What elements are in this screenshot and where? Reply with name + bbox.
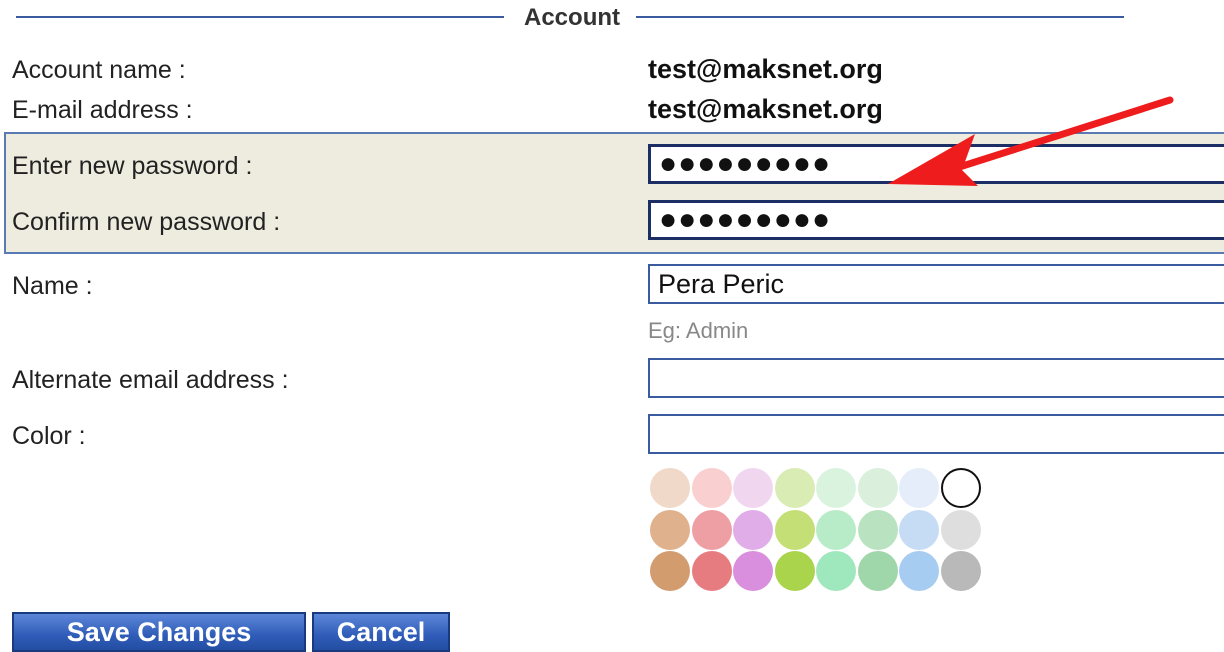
section-title: Account bbox=[524, 4, 620, 31]
color-swatch[interactable] bbox=[816, 509, 856, 550]
confirm-password-field[interactable] bbox=[648, 200, 1224, 240]
color-swatch[interactable] bbox=[899, 468, 939, 508]
color-swatch[interactable] bbox=[816, 551, 856, 591]
color-swatch[interactable] bbox=[733, 509, 773, 550]
confirm-password-label: Confirm new password : bbox=[12, 208, 281, 236]
name-label: Name : bbox=[12, 272, 93, 300]
color-swatch[interactable] bbox=[816, 468, 856, 508]
name-hint: Eg: Admin bbox=[648, 318, 749, 343]
color-swatch[interactable] bbox=[940, 551, 981, 591]
new-password-label: Enter new password : bbox=[12, 152, 253, 180]
alternate-email-field[interactable] bbox=[648, 358, 1224, 398]
color-swatch[interactable] bbox=[774, 468, 815, 508]
account-name-label: Account name : bbox=[12, 56, 186, 84]
cancel-button[interactable]: Cancel bbox=[312, 612, 450, 652]
color-swatch[interactable] bbox=[650, 509, 690, 550]
color-swatch-selected[interactable] bbox=[940, 468, 981, 508]
alternate-email-label: Alternate email address : bbox=[12, 366, 289, 394]
section-header: Account bbox=[0, 0, 1224, 36]
account-name-value: test@maksnet.org bbox=[648, 54, 883, 84]
color-swatch[interactable] bbox=[650, 551, 690, 591]
color-swatch[interactable] bbox=[940, 509, 981, 550]
color-swatch[interactable] bbox=[899, 551, 939, 591]
color-swatch[interactable] bbox=[857, 551, 898, 591]
email-value: test@maksnet.org bbox=[648, 94, 883, 124]
color-swatch[interactable] bbox=[691, 551, 732, 591]
color-swatch[interactable] bbox=[774, 509, 815, 550]
color-swatch[interactable] bbox=[857, 468, 898, 508]
color-swatch[interactable] bbox=[733, 468, 773, 508]
color-swatch[interactable] bbox=[857, 509, 898, 550]
color-swatch[interactable] bbox=[733, 551, 773, 591]
name-field[interactable] bbox=[648, 264, 1224, 304]
color-label: Color : bbox=[12, 422, 86, 450]
color-swatch[interactable] bbox=[774, 551, 815, 591]
color-field[interactable] bbox=[648, 414, 1224, 454]
save-button[interactable]: Save Changes bbox=[12, 612, 306, 652]
color-swatch[interactable] bbox=[899, 509, 939, 550]
header-rule-right bbox=[636, 16, 1124, 18]
color-swatch[interactable] bbox=[650, 468, 690, 508]
color-swatch[interactable] bbox=[691, 468, 732, 508]
color-swatch[interactable] bbox=[691, 509, 732, 550]
header-rule-left bbox=[16, 16, 504, 18]
new-password-field[interactable] bbox=[648, 144, 1224, 184]
email-label: E-mail address : bbox=[12, 96, 193, 124]
